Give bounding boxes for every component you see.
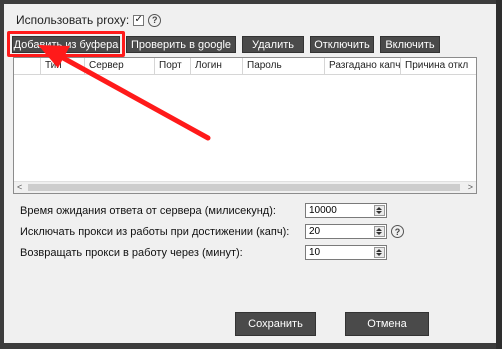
annotation-arrow-icon — [38, 45, 211, 141]
